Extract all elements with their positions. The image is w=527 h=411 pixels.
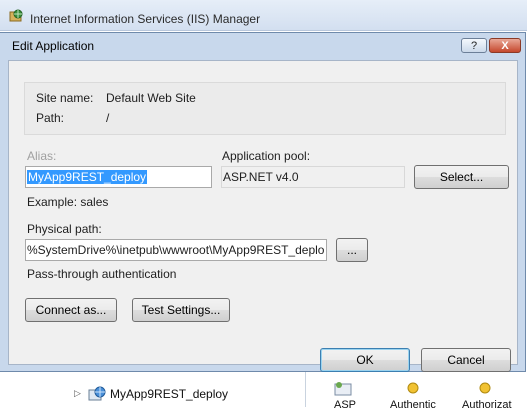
alias-label: Alias:: [27, 149, 57, 163]
feature-authentication-label[interactable]: Authentic: [390, 399, 436, 411]
iis-manager-titlebar: Internet Information Services (IIS) Mana…: [0, 0, 527, 31]
feature-authorization-label[interactable]: Authorizat: [462, 399, 512, 411]
connect-as-button[interactable]: Connect as...: [25, 298, 117, 322]
browse-button[interactable]: ...: [336, 238, 368, 262]
expand-arrow-icon[interactable]: ▷: [74, 388, 84, 400]
dialog-body: Site name: Default Web Site Path: / Alia…: [8, 60, 518, 372]
dialog-title: Edit Application: [12, 39, 95, 53]
feature-asp-label[interactable]: ASP: [334, 399, 356, 411]
tree-node-application[interactable]: ▷ MyApp9REST_deploy: [74, 386, 228, 402]
dialog-titlebar: Edit Application ? X: [0, 33, 525, 58]
web-application-icon: [88, 386, 106, 401]
physical-path-input[interactable]: %SystemDrive%\inetpub\wwwroot\MyApp9REST…: [25, 239, 327, 261]
alias-input[interactable]: MyApp9REST_deploy: [25, 166, 212, 188]
tree-node-label: MyApp9REST_deploy: [110, 387, 229, 401]
app-pool-label: Application pool:: [222, 149, 311, 163]
authorization-icon[interactable]: [476, 382, 494, 396]
ok-button[interactable]: OK: [320, 348, 410, 372]
select-app-pool-button[interactable]: Select...: [414, 165, 509, 189]
app-pool-field: ASP.NET v4.0: [221, 166, 405, 188]
passthrough-auth-label: Pass-through authentication: [27, 267, 177, 281]
site-name-label: Site name:: [36, 91, 94, 105]
iis-app-icon: [9, 9, 23, 22]
physical-path-value: %SystemDrive%\inetpub\wwwroot\MyApp9REST…: [27, 243, 325, 257]
edit-application-dialog: Edit Application ? X Site name: Default …: [0, 32, 526, 372]
asp-icon[interactable]: [334, 382, 352, 396]
panel-divider: [305, 372, 306, 407]
window-title: Internet Information Services (IIS) Mana…: [30, 12, 261, 26]
alias-input-value: MyApp9REST_deploy: [27, 170, 148, 184]
alias-example: Example: sales: [27, 195, 109, 209]
site-info-box: Site name: Default Web Site Path: /: [24, 82, 506, 135]
site-name-value: Default Web Site: [106, 91, 196, 105]
test-settings-button[interactable]: Test Settings...: [132, 298, 230, 322]
authentication-icon[interactable]: [404, 382, 422, 396]
path-label: Path:: [36, 111, 65, 125]
path-value: /: [106, 111, 110, 125]
physical-path-label: Physical path:: [27, 222, 102, 236]
help-button[interactable]: ?: [461, 38, 487, 53]
app-pool-value: ASP.NET v4.0: [223, 170, 299, 184]
cancel-button[interactable]: Cancel: [421, 348, 511, 372]
close-button[interactable]: X: [489, 38, 521, 53]
